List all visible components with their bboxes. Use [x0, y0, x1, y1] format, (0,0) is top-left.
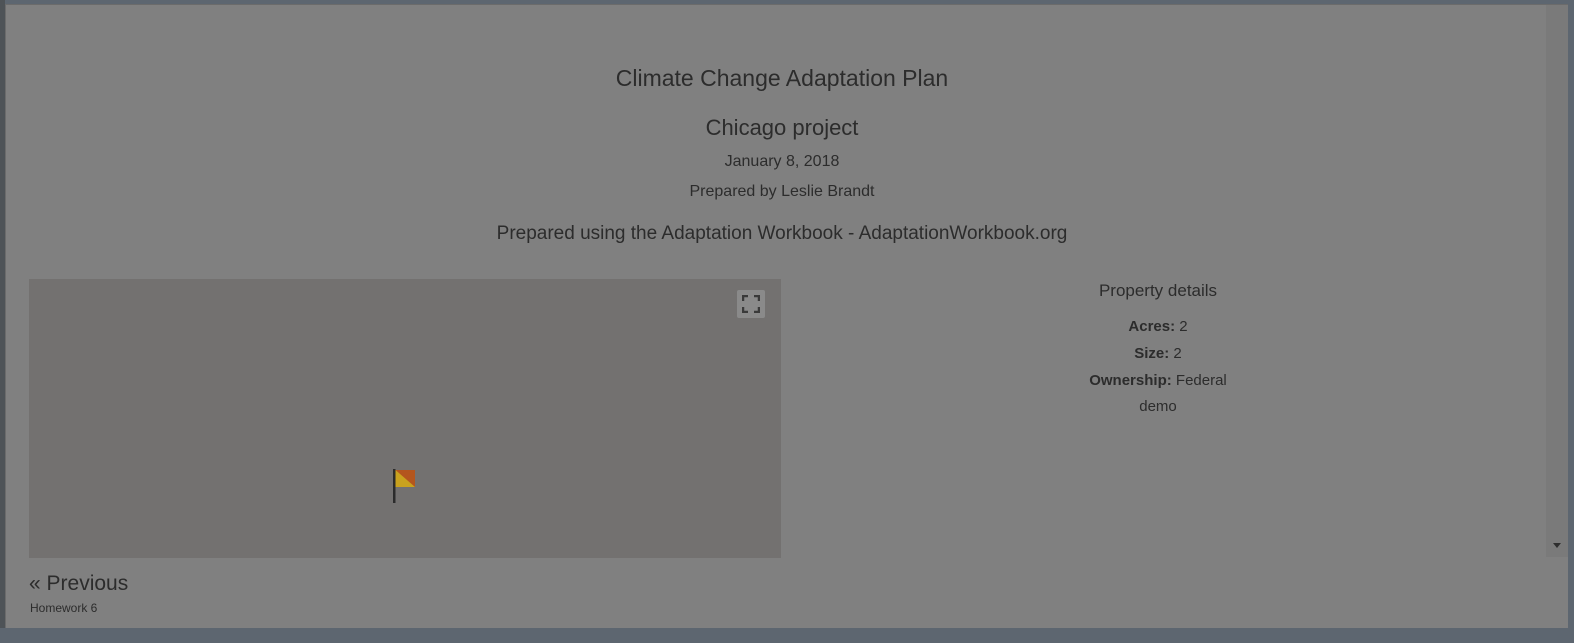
report-panel: Climate Change Adaptation Plan Chicago p… [5, 4, 1568, 628]
property-details-heading: Property details [1098, 281, 1218, 300]
property-details: Property details Acres: 2 Size: 2 Owners… [996, 279, 1320, 420]
property-note: demo [1139, 398, 1177, 415]
previous-subtitle: Homework 6 [30, 601, 98, 615]
size-value: 2 [1173, 345, 1182, 362]
ownership-value: Federal [1175, 372, 1227, 389]
size-label: Size: [1134, 345, 1170, 362]
report-scroll-area[interactable]: Climate Change Adaptation Plan Chicago p… [6, 5, 1546, 558]
window-bottom-strip [0, 628, 1574, 643]
acres-value: 2 [1179, 318, 1188, 335]
previous-link[interactable]: « Previous [29, 572, 128, 596]
flag-marker-icon[interactable] [392, 467, 418, 505]
report-date: January 8, 2018 [724, 153, 840, 170]
prepared-by: Prepared by Leslie Brandt [689, 183, 875, 200]
screen: Climate Change Adaptation Plan Chicago p… [0, 0, 1574, 643]
prepared-using: Prepared using the Adaptation Workbook -… [496, 223, 1068, 244]
property-map[interactable] [29, 279, 781, 558]
size-row: Size: 2 [996, 340, 1320, 367]
fullscreen-icon [742, 295, 760, 313]
project-title: Chicago project [705, 115, 859, 140]
ownership-row: Ownership: Federal [996, 367, 1320, 394]
vertical-scrollbar[interactable] [1546, 5, 1568, 557]
plan-title: Climate Change Adaptation Plan [615, 65, 949, 91]
acres-label: Acres: [1128, 318, 1176, 335]
acres-row: Acres: 2 [996, 313, 1320, 340]
scroll-down-arrow-icon[interactable] [1553, 543, 1561, 548]
fullscreen-button[interactable] [737, 290, 765, 318]
ownership-label: Ownership: [1089, 372, 1172, 389]
